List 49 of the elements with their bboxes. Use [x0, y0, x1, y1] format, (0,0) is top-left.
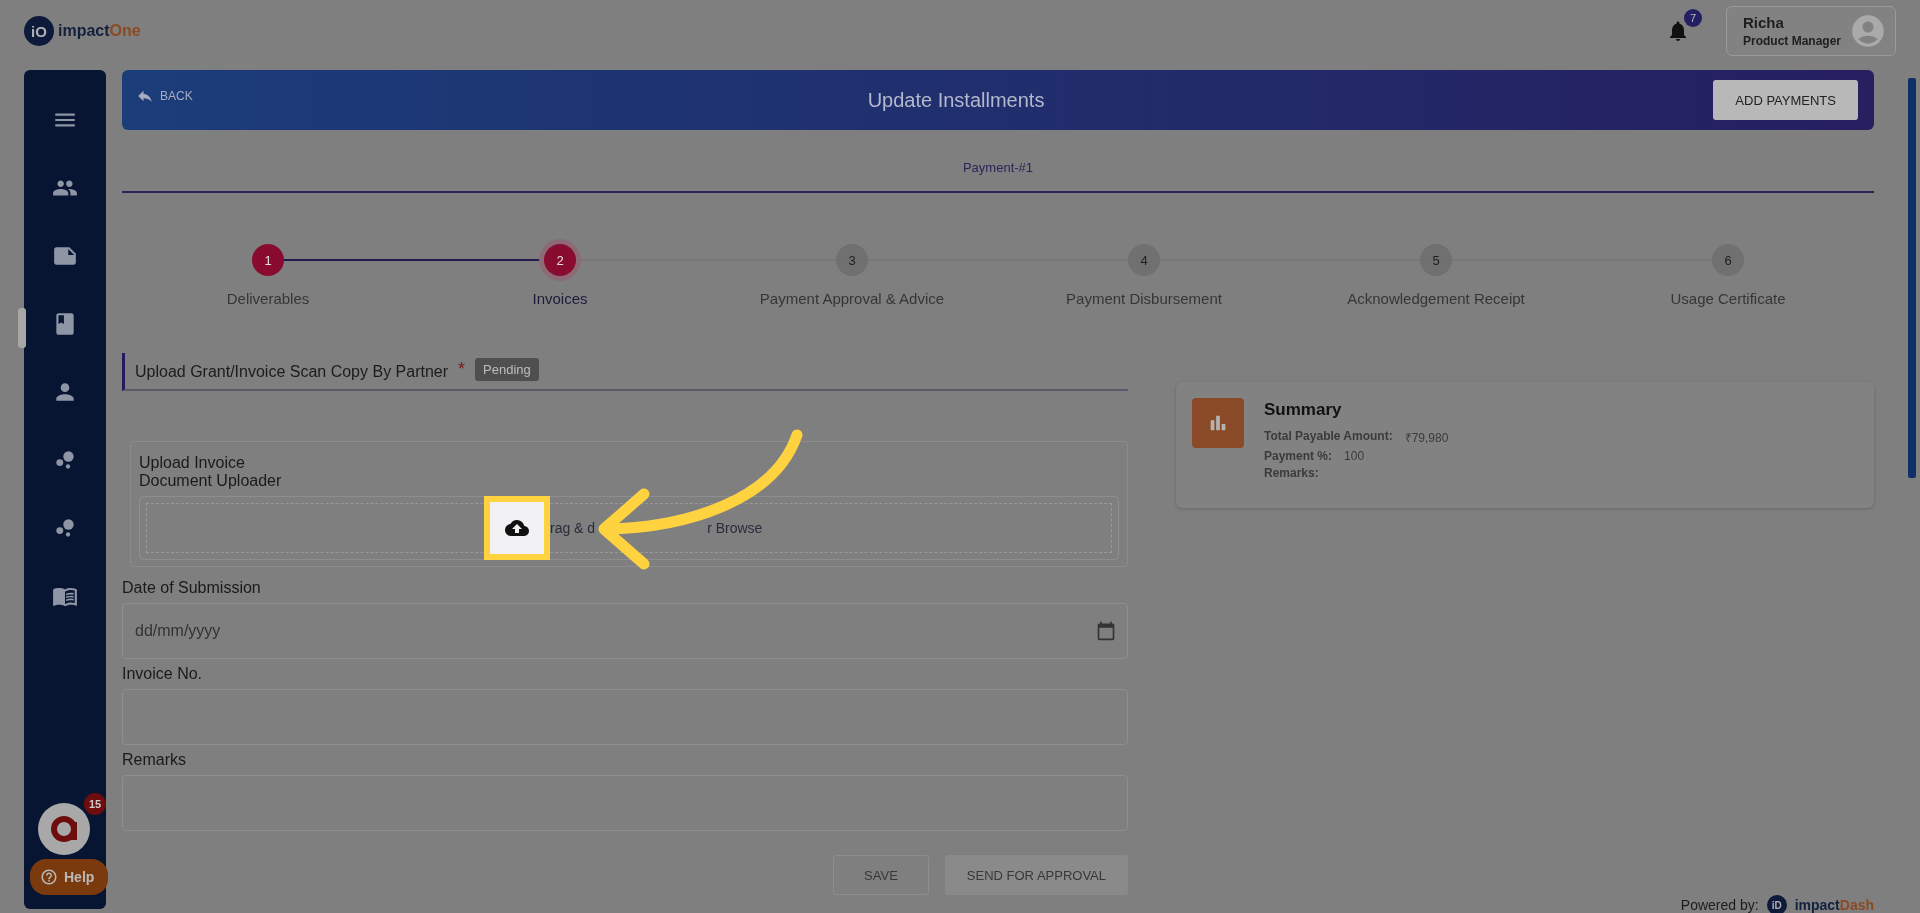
user-menu[interactable]: Richa Product Manager — [1726, 6, 1896, 56]
brand-mark: iD — [1766, 895, 1787, 913]
step-label: Payment Approval & Advice — [759, 290, 945, 307]
add-payments-button[interactable]: ADD PAYMENTS — [1713, 80, 1858, 120]
date-field[interactable]: dd/mm/yyyy — [122, 603, 1128, 659]
field-label: Date of Submission — [122, 579, 262, 597]
step-label: Invoices — [532, 290, 588, 307]
summary-label: Remarks: — [1264, 466, 1319, 480]
step-label: Deliverables — [226, 290, 310, 307]
notification-badge: 7 — [1684, 9, 1702, 27]
chat-logo-icon — [49, 814, 79, 844]
summary-value: ₹79,980 — [1404, 430, 1449, 446]
user-role: Product Manager — [1743, 34, 1841, 48]
step-number[interactable]: 5 — [1420, 244, 1452, 276]
logo-text: impactOne — [58, 22, 141, 40]
drop-text: rag & d — [550, 520, 596, 536]
powered-by-text: Powered by: — [1680, 897, 1759, 913]
upload-label: Upload Invoice — [139, 454, 246, 472]
summary-value: 100 — [1344, 449, 1365, 463]
step-number[interactable]: 4 — [1128, 244, 1160, 276]
step-number[interactable]: 6 — [1712, 244, 1744, 276]
uploader-label: Document Uploader — [139, 472, 283, 490]
drop-text: r Browse — [707, 520, 763, 536]
brand-text: impactDash — [1794, 897, 1874, 913]
summary-title: Summary — [1264, 400, 1343, 420]
back-button[interactable]: BACK — [130, 86, 199, 106]
chat-badge: 15 — [84, 793, 106, 815]
chat-launcher[interactable] — [38, 803, 90, 855]
tab[interactable]: Payment-#1 — [942, 146, 1054, 191]
step-label: Acknowledgement Receipt — [1347, 290, 1525, 307]
summary-label: Total Payable Amount: — [1264, 429, 1393, 445]
logo-mark: iO — [24, 16, 54, 46]
calendar-icon[interactable] — [1096, 621, 1116, 641]
summary-label: Payment %: — [1264, 449, 1333, 463]
help-icon — [40, 868, 58, 886]
section-title: Upload Grant/Invoice Scan Copy By Partner — [135, 363, 449, 381]
field-label: Remarks — [122, 751, 187, 769]
user-name: Richa — [1743, 14, 1785, 31]
drop-zone[interactable]: rag & d r Browse — [139, 496, 1119, 560]
page-title: Update Installments — [866, 88, 1046, 112]
avatar-icon — [1849, 12, 1887, 50]
step-label: Payment Disbursement — [1066, 290, 1222, 307]
step-number[interactable]: 1 — [252, 244, 284, 276]
step-number[interactable]: 3 — [836, 244, 868, 276]
step-label: Usage Certificate — [1670, 290, 1786, 307]
help-button[interactable]: Help — [30, 859, 109, 895]
field-label: Invoice No. — [122, 665, 204, 683]
required-mark: * — [458, 358, 466, 380]
status-badge: Pending — [475, 357, 539, 381]
